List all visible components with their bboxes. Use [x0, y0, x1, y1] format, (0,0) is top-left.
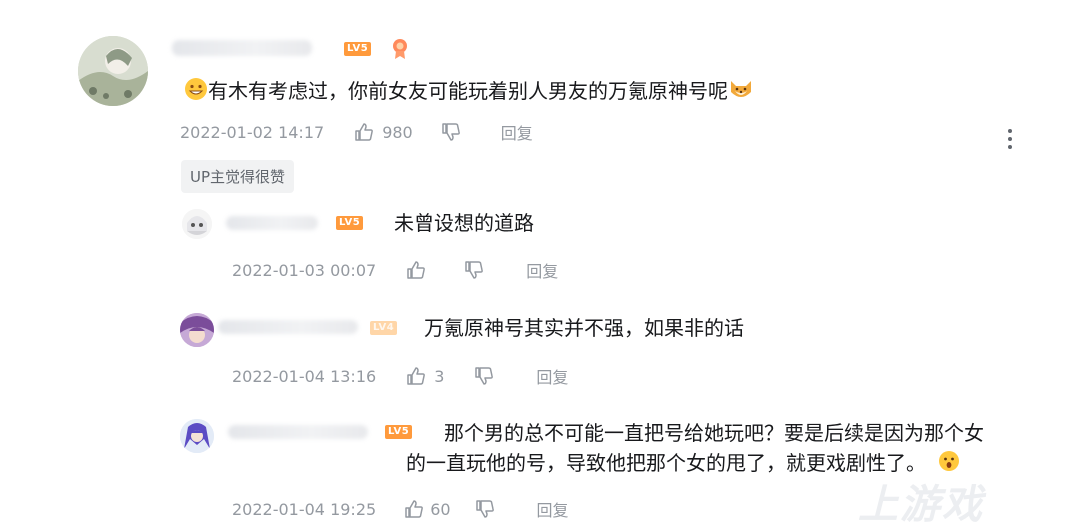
reply-button[interactable]: 回复	[536, 364, 568, 388]
medal-icon	[392, 38, 408, 64]
thumbs-down-icon	[441, 123, 460, 141]
main-comment-avatar[interactable]	[78, 36, 148, 106]
like-button[interactable]: 980	[354, 122, 413, 142]
dislike-button[interactable]	[474, 366, 494, 386]
reply-button[interactable]: 回复	[537, 497, 569, 521]
reply-3-timestamp: 2022-01-04 19:25	[232, 499, 377, 519]
main-comment-text: 有木有考虑过，你前女友可能玩着别人男友的万氪原神号呢	[208, 79, 728, 103]
main-comment-timestamp: 2022-01-02 14:17	[180, 122, 325, 142]
avatar-illustration	[78, 36, 148, 106]
reply-2-level-badge: LV4	[370, 321, 398, 335]
reply-2-username-blurred[interactable]	[218, 320, 358, 334]
reply-button[interactable]: 回复	[501, 120, 533, 144]
reply-1-avatar[interactable]	[182, 209, 212, 239]
thumbs-up-icon	[407, 367, 426, 385]
reply-3-username-blurred[interactable]	[228, 425, 368, 439]
reply-2-text: 万氪原神号其实并不强，如果非的话	[424, 316, 744, 340]
thumbs-up-icon	[407, 261, 426, 279]
site-watermark: 上游戏	[858, 482, 984, 528]
reply-2-like-count: 3	[434, 366, 445, 386]
dislike-button[interactable]	[475, 499, 495, 519]
reply-3-text-line-1: 那个男的总不可能一直把号给她玩吧？要是后续是因为那个女	[444, 421, 984, 445]
reply-3-content: 那个男的总不可能一直把号给她玩吧？要是后续是因为那个女 的一直玩他的号，导致他把…	[406, 418, 1046, 480]
reply-3-like-count: 60	[430, 499, 451, 519]
reply-1-text: 未曾设想的道路	[394, 211, 534, 235]
thumbs-up-icon	[355, 123, 374, 141]
thumbs-down-icon	[475, 500, 494, 518]
reply-2-avatar[interactable]	[180, 313, 214, 347]
thumbs-up-icon	[405, 500, 424, 518]
like-button[interactable]: 60	[404, 499, 451, 519]
reply-2-meta: 2022-01-04 13:16 3 回复	[232, 364, 568, 388]
thumbs-down-icon	[475, 367, 494, 385]
main-comment-like-count: 980	[382, 122, 413, 142]
reply-button[interactable]: 回复	[526, 258, 558, 282]
main-comment-level-badge: LV5	[344, 42, 372, 56]
main-comment-content: 有木有考虑过，你前女友可能玩着别人男友的万氪原神号呢	[184, 76, 754, 109]
dislike-button[interactable]	[464, 260, 484, 280]
avatar-illustration	[180, 419, 214, 453]
reply-3-meta: 2022-01-04 19:25 60 回复	[232, 497, 569, 521]
up-liked-badge: UP主觉得很赞	[181, 160, 295, 193]
like-button[interactable]	[406, 260, 426, 280]
reply-2-timestamp: 2022-01-04 13:16	[232, 366, 377, 386]
grinning-emoji-icon	[184, 77, 208, 109]
reply-3-text-line-2: 的一直玩他的号，导致他把那个女的甩了，就更戏剧性了。	[406, 451, 926, 475]
like-button[interactable]: 3	[406, 366, 444, 386]
dog-emoji-icon	[728, 77, 754, 109]
main-comment-meta: 2022-01-02 14:17 980 回复	[180, 120, 533, 144]
reply-1-username-blurred[interactable]	[226, 216, 318, 230]
main-comment-username-blurred[interactable]	[172, 40, 312, 56]
more-vertical-icon[interactable]	[1006, 128, 1014, 154]
reply-3-avatar[interactable]	[180, 419, 214, 453]
dislike-button[interactable]	[441, 122, 461, 142]
thumbs-down-icon	[465, 261, 484, 279]
reply-1-timestamp: 2022-01-03 00:07	[232, 260, 377, 280]
avatar-illustration	[180, 313, 214, 347]
reply-1-meta: 2022-01-03 00:07 回复	[232, 258, 558, 282]
avatar-illustration	[182, 209, 212, 239]
reply-1-level-badge: LV5	[336, 216, 364, 230]
